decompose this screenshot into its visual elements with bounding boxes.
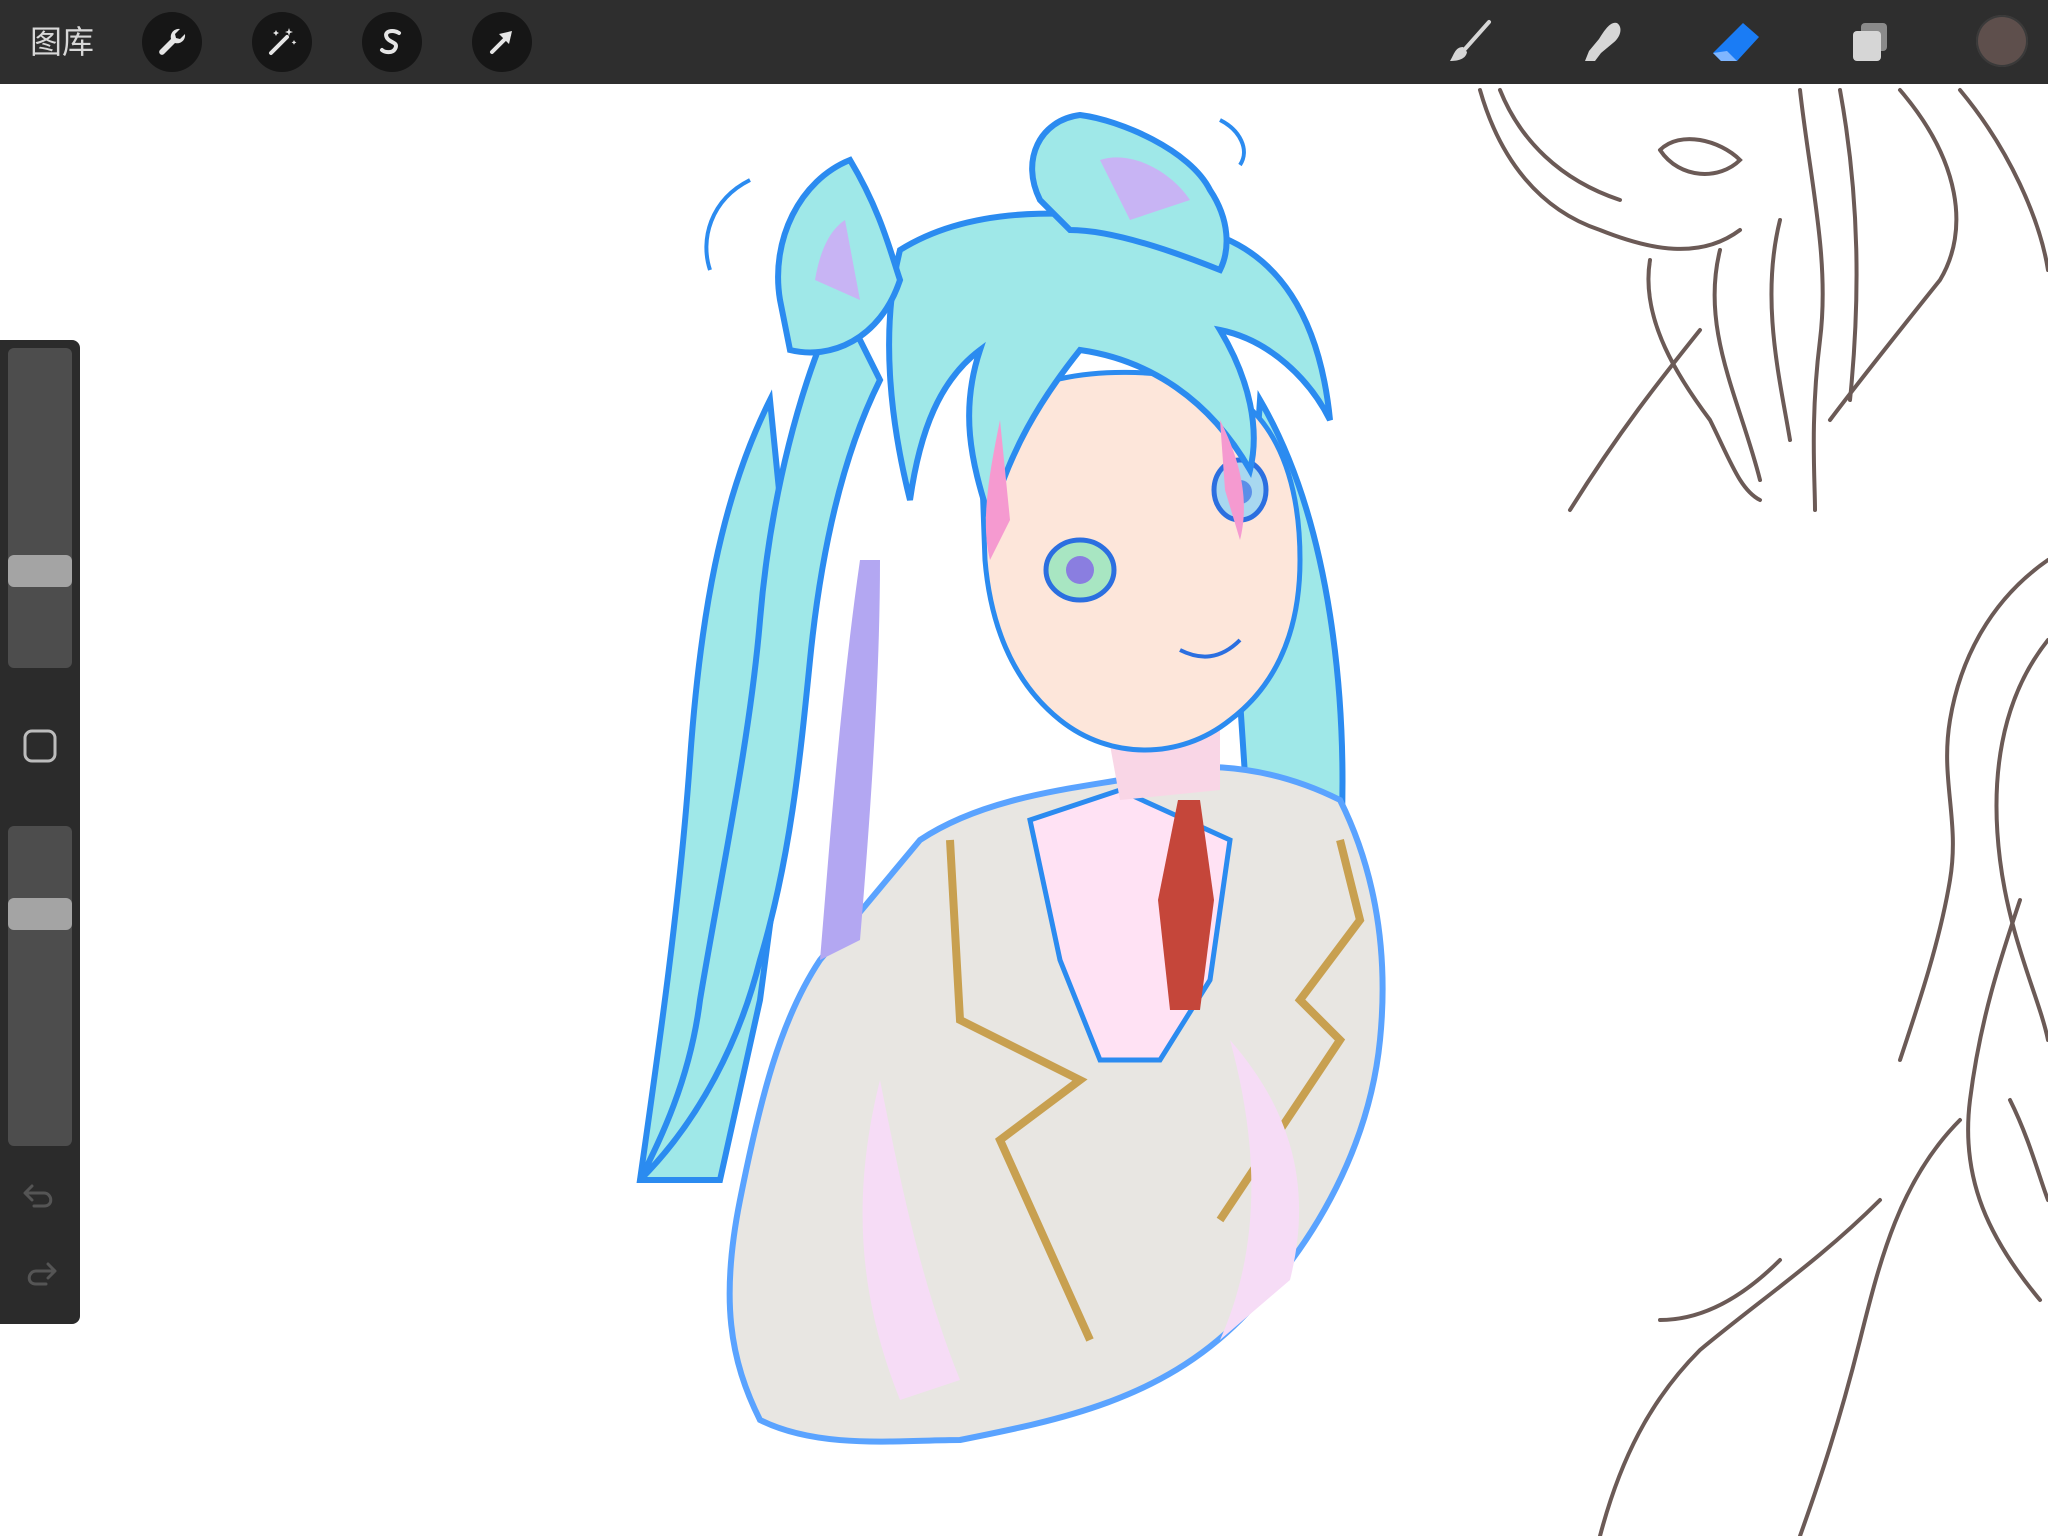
brush-icon bbox=[1450, 20, 1491, 61]
adjustments-button[interactable] bbox=[252, 12, 312, 72]
magic-wand-icon bbox=[269, 28, 297, 55]
actions-button[interactable] bbox=[142, 12, 202, 72]
brush-button[interactable] bbox=[1440, 12, 1500, 72]
line-sketch bbox=[1478, 88, 2048, 1536]
gallery-button[interactable]: 图库 bbox=[30, 20, 94, 64]
arrow-cursor-icon bbox=[490, 31, 512, 54]
wrench-icon bbox=[159, 28, 186, 55]
anime-girl-illustration bbox=[636, 111, 1386, 1445]
top-toolbar: 图库 bbox=[0, 0, 2048, 84]
color-picker-swatch[interactable] bbox=[1976, 15, 2028, 67]
selection-button[interactable] bbox=[362, 12, 422, 72]
procreate-app: 图库 bbox=[0, 0, 2048, 1536]
layers-icon bbox=[1853, 23, 1887, 61]
eraser-icon bbox=[1713, 23, 1759, 61]
selection-s-icon bbox=[380, 28, 401, 55]
smudge-button[interactable] bbox=[1572, 12, 1632, 72]
transform-button[interactable] bbox=[472, 12, 532, 72]
smudge-finger-icon bbox=[1585, 22, 1621, 62]
artwork-layer bbox=[636, 88, 2048, 1536]
eraser-button[interactable] bbox=[1706, 12, 1766, 72]
drawing-canvas[interactable] bbox=[0, 84, 2048, 1536]
layers-button[interactable] bbox=[1840, 12, 1900, 72]
